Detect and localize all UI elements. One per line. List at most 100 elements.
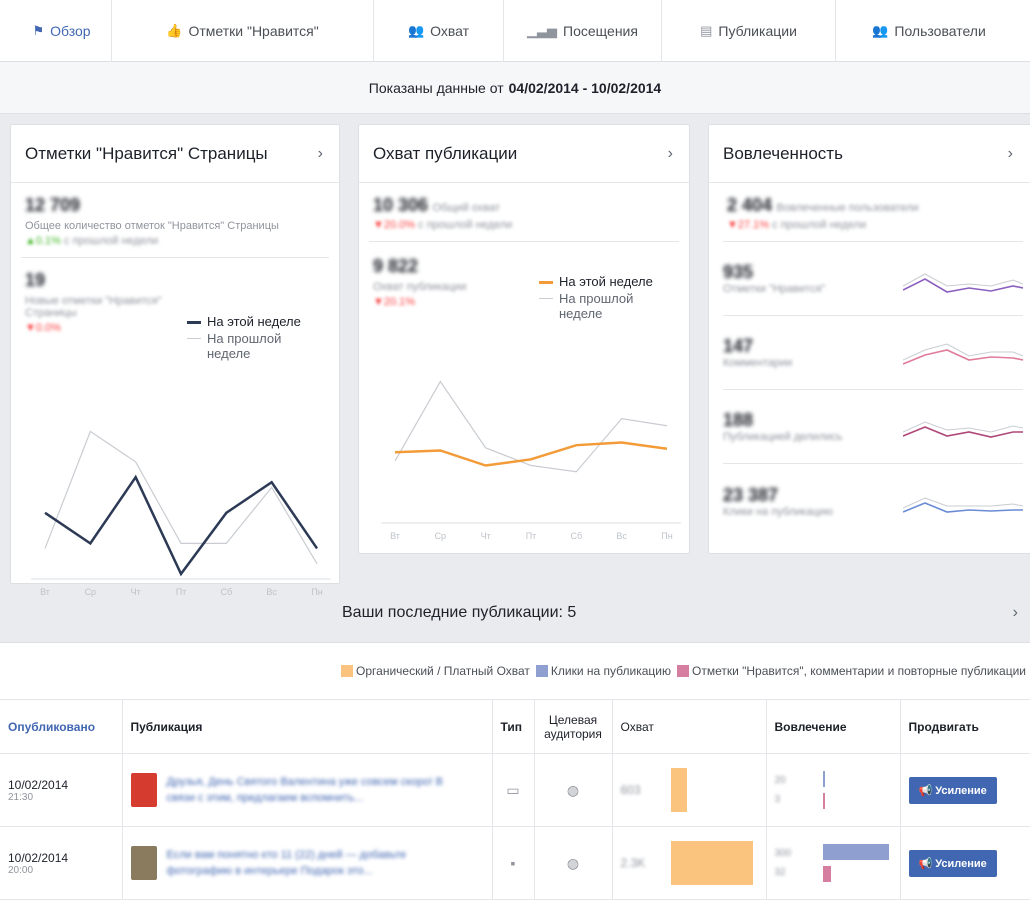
chevron-right-icon[interactable]: ›	[318, 145, 323, 163]
sparkline-this	[903, 277, 1023, 293]
post-thumbnail[interactable]	[130, 773, 157, 807]
likes-sparkline	[903, 272, 1023, 293]
engagement-cell: 300 32	[766, 826, 901, 900]
boost-button[interactable]: 📢 Усиление	[908, 849, 997, 877]
chevron-right-icon[interactable]: ›	[668, 145, 673, 163]
tab-posts[interactable]: ▤ Публикации	[662, 0, 836, 62]
engagement-card-header[interactable]: Вовлеченность ›	[709, 125, 1030, 183]
post-text-link[interactable]: Друзья, День Святого Валентина уже совсе…	[167, 774, 457, 806]
series-this-week-line	[44, 474, 319, 577]
type-cell: ▪	[492, 826, 535, 900]
reach-cell: 603	[612, 753, 767, 827]
boost-button[interactable]: 📢 Усиление	[908, 776, 997, 804]
post-reach-metric: 9 822 Охват публикации ▼20.1% На этой не…	[359, 242, 689, 321]
megaphone-icon: 📢	[918, 857, 933, 870]
bar-chart-icon: ▁▃▅	[527, 22, 558, 38]
recent-posts-title: Ваши последние публикации: 5	[342, 604, 577, 621]
comments-sparkline	[903, 342, 1023, 365]
tab-likes[interactable]: 👍 Отметки "Нравится"	[112, 0, 374, 62]
likes-bar	[822, 866, 831, 882]
engagement-row-likes: 935 Отметки "Нравится"	[723, 242, 1023, 316]
reach-bar	[670, 841, 753, 885]
total-reach-metric: 10 306 Общий охват ▼20.0% с прошлой неде…	[369, 183, 679, 242]
table-row: 10/02/2014 21:30 Друзья, День Святого Вал…	[0, 753, 1030, 827]
thumbs-up-icon: 👍	[166, 22, 183, 38]
posts-icon: ▤	[700, 22, 713, 38]
new-likes-metric: 19 Новые отметки "Нравится" Страницы ▼0.…	[11, 258, 339, 361]
reach-legend: На этой неделе На прошлой неделе	[539, 274, 659, 323]
column-targeting: Целевая аудитория	[534, 699, 613, 754]
likes-bar	[822, 793, 825, 809]
post-text-link[interactable]: Если вам понятно кто 11 (22) дней — доба…	[167, 847, 457, 879]
engaged-users-metric: 2 404 Вовлеченные пользователи ▼27.1% с …	[723, 183, 1023, 242]
likes-line-chart: Вт Ср Чт Пт Сб Вс Пн	[31, 430, 331, 597]
post-thumbnail[interactable]	[130, 846, 157, 880]
chevron-right-icon[interactable]: ›	[1008, 145, 1013, 163]
globe-icon: ◍	[566, 854, 580, 871]
reach-bar	[670, 768, 687, 812]
clicks-bar	[822, 771, 825, 787]
insights-tabs: ⚑ Обзор 👍 Отметки "Нравится" 👥 Охват ▁▃▅ Пос…	[0, 0, 1030, 62]
table-legend: Органический / Платный Охват Клики на пу…	[0, 643, 1030, 699]
comment-icon: ▪	[510, 855, 516, 871]
column-engagement: Вовлечение	[766, 699, 901, 754]
engagement-row-comments: 147 Комментарии	[723, 316, 1023, 390]
sparkline-prev	[903, 497, 1023, 509]
targeting-cell: ◍	[534, 826, 613, 900]
column-post: Публикация	[122, 699, 493, 754]
engagement-row-clicks: 23 387 Клики на публикацию	[723, 464, 1023, 538]
x-tick-label: Чт	[481, 531, 491, 541]
date-range-bar: Показаны данные от 04/02/2014 - 10/02/20…	[0, 62, 1030, 114]
clicks-bar	[822, 844, 889, 860]
table-row: 10/02/2014 20:00 Если вам понятно кто 11 …	[0, 826, 1030, 900]
globe-icon: ◍	[566, 781, 580, 798]
total-likes-metric: 12 709 Общее количество отметок "Нравитс…	[21, 183, 329, 258]
shares-sparkline	[903, 420, 1023, 438]
tab-overview[interactable]: ⚑ Обзор	[12, 0, 112, 62]
reach-cell: 2.3K	[612, 826, 767, 900]
targeting-cell: ◍	[534, 753, 613, 827]
date-range: 04/02/2014 - 10/02/2014	[508, 79, 662, 96]
likes-legend: На этой неделе На прошлой неделе	[187, 314, 307, 363]
x-tick-label: Сб	[571, 531, 583, 541]
series-this-week-line	[394, 441, 668, 467]
users-icon: 👥	[872, 22, 889, 38]
type-cell: ▭	[492, 753, 535, 827]
engagement-cell: 20 3	[766, 753, 901, 827]
column-promote: Продвигать	[900, 699, 1030, 754]
column-published[interactable]: Опубликовано	[0, 699, 123, 754]
status-icon: ▭	[506, 781, 520, 798]
tab-visits[interactable]: ▁▃▅ Посещения	[504, 0, 662, 62]
engagement-row-shares: 188 Публикацией делились	[723, 390, 1023, 464]
post-cell[interactable]: Если вам понятно кто 11 (22) дней — доба…	[122, 826, 493, 900]
tab-people[interactable]: 👥 Пользователи	[836, 0, 1022, 62]
post-cell[interactable]: Друзья, День Святого Валентина уже совсе…	[122, 753, 493, 827]
x-tick-label: Вс	[616, 531, 627, 541]
x-tick-label: Пн	[661, 531, 672, 541]
likes-card-header[interactable]: Отметки "Нравится" Страницы ›	[11, 125, 339, 183]
column-type: Тип	[492, 699, 535, 754]
x-tick-label: Пт	[526, 531, 537, 541]
likes-card: Отметки "Нравится" Страницы › 12 709 Общ…	[10, 124, 340, 597]
x-axis-labels: Вт Ср Чт Пт Сб Вс Пн	[390, 531, 673, 541]
flag-icon: ⚑	[32, 22, 45, 38]
reach-card: Охват публикации › 10 306 Общий охват ▼2…	[358, 124, 690, 554]
x-tick-label: Вт	[390, 531, 400, 541]
posts-table-section: Органический / Платный Охват Клики на пу…	[0, 642, 1030, 909]
series-prev-week-line	[44, 430, 318, 565]
table-header-row: Опубликовано Публикация Тип Целевая ауди…	[0, 699, 1030, 754]
sparkline-prev	[903, 272, 1023, 287]
reach-line-chart: Вт Ср Чт Пт Сб Вс Пн	[381, 380, 681, 541]
megaphone-icon: 📢	[918, 784, 933, 797]
published-cell: 10/02/2014 20:00	[0, 826, 123, 900]
recent-posts-header[interactable]: Ваши последние публикации: 5 ›	[0, 584, 1030, 642]
promote-cell: 📢 Усиление	[900, 826, 1030, 900]
clicks-sparkline	[903, 497, 1023, 513]
column-reach: Охват	[612, 699, 767, 754]
engagement-card: Вовлеченность › 2 404 Вовлеченные пользо…	[708, 124, 1030, 554]
chevron-right-icon[interactable]: ›	[1013, 604, 1018, 622]
tab-reach[interactable]: 👥 Охват	[374, 0, 504, 62]
x-tick-label: Ср	[435, 531, 447, 541]
published-cell: 10/02/2014 21:30	[0, 753, 123, 827]
reach-card-header[interactable]: Охват публикации ›	[359, 125, 689, 183]
